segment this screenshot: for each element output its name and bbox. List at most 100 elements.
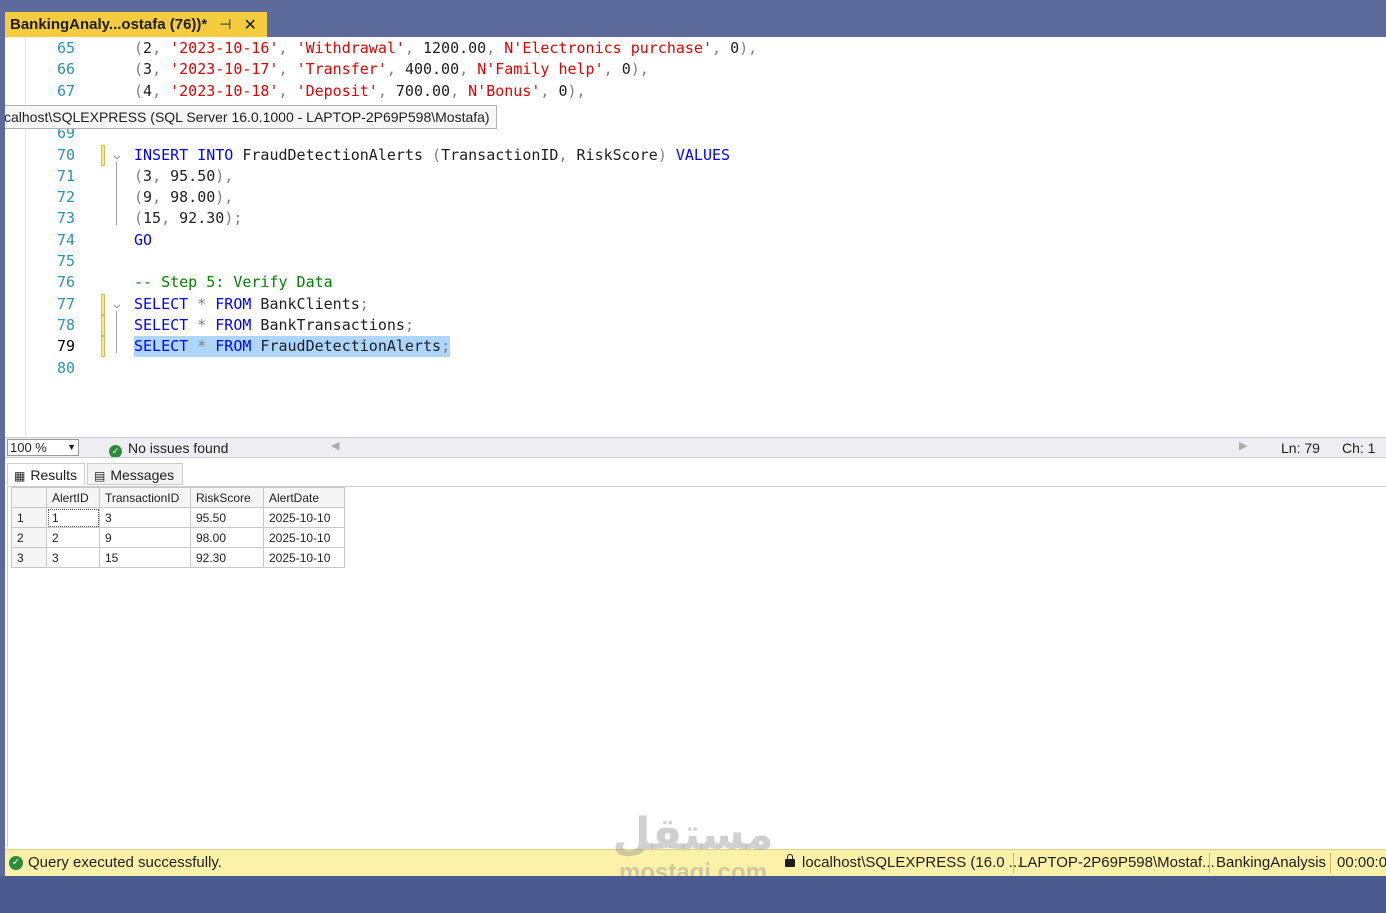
code-text[interactable]: (15, 92.30);	[134, 208, 242, 229]
pin-icon[interactable]: ⊣	[219, 16, 231, 33]
code-token: *	[188, 315, 216, 334]
collapse-icon[interactable]: ⌵	[110, 294, 124, 315]
code-line[interactable]: 72 (9, 98.00),	[5, 187, 1386, 208]
table-cell[interactable]: 9	[99, 527, 191, 548]
code-text[interactable]: INSERT INTO FraudDetectionAlerts (Transa…	[134, 145, 730, 166]
code-line[interactable]: 66 (3, '2023-10-17', 'Transfer', 400.00, …	[5, 59, 1386, 80]
code-text[interactable]: SELECT * FROM FraudDetectionAlerts;	[134, 336, 451, 358]
table-cell[interactable]: 2025-10-10	[263, 547, 345, 568]
code-line[interactable]: 78 SELECT * FROM BankTransactions;	[5, 314, 1386, 336]
code-text[interactable]: SELECT * FROM BankClients;	[134, 294, 369, 315]
code-token: 2	[143, 39, 153, 57]
code-token: 400.00	[404, 60, 460, 79]
code-token: N'Bonus'	[468, 81, 541, 100]
column-header[interactable]: AlertID	[46, 487, 100, 508]
column-header[interactable]: RiskScore	[190, 487, 264, 508]
code-token: ,	[278, 39, 297, 57]
table-cell[interactable]: 2025-10-10	[263, 527, 345, 548]
code-line[interactable]: 77 ⌵ SELECT * FROM BankClients;	[5, 293, 1386, 315]
code-token: ,	[540, 81, 559, 100]
code-token: N'Family help'	[477, 60, 604, 79]
code-text[interactable]: (9, 98.00),	[134, 187, 233, 208]
fold-guide	[116, 310, 117, 354]
tab-messages[interactable]: ▤ Messages	[87, 463, 183, 485]
table-cell[interactable]: 3	[99, 507, 191, 528]
code-text[interactable]: (2, '2023-10-16', 'Withdrawal', 1200.00,…	[134, 38, 757, 59]
status-separator	[1209, 853, 1210, 873]
table-cell[interactable]: 15	[99, 547, 191, 568]
code-text[interactable]: GO	[134, 230, 152, 251]
scroll-left-icon[interactable]: ◀	[331, 439, 339, 452]
column-header[interactable]: TransactionID	[99, 487, 191, 508]
code-token: 1200.00	[423, 39, 487, 57]
code-token: FROM	[215, 337, 252, 356]
table-row[interactable]: 3 3 15 92.30 2025-10-10	[11, 547, 345, 568]
code-token: ),	[630, 60, 649, 79]
code-token: '2023-10-18'	[170, 81, 279, 100]
code-token: (	[432, 145, 442, 164]
scroll-right-icon[interactable]: ▶	[1239, 439, 1247, 452]
code-token: BankClients	[251, 294, 360, 313]
close-icon[interactable]: ✕	[243, 15, 256, 35]
editor-status-bar: 100 % ▼ ✓ No issues found ◀ ▶ Ln: 79 Ch: …	[5, 437, 1386, 458]
code-line[interactable]: 70 ⌵ INSERT INTO FraudDetectionAlerts (Tra…	[5, 144, 1386, 166]
line-number: 72	[56, 188, 75, 207]
code-line[interactable]: 80	[5, 358, 1386, 379]
cursor-line: Ln: 79	[1281, 440, 1320, 456]
code-text[interactable]: (3, 95.50),	[134, 166, 233, 187]
code-token: 0	[730, 39, 740, 57]
code-line[interactable]: 65 (2, '2023-10-16', 'Withdrawal', 1200.0…	[5, 38, 1386, 59]
code-line[interactable]: 67 (4, '2023-10-18', 'Deposit', 700.00, N…	[5, 81, 1386, 102]
table-cell[interactable]: 95.50	[190, 507, 264, 528]
grid-corner[interactable]	[11, 487, 47, 508]
table-cell[interactable]: 1	[46, 507, 100, 528]
code-line[interactable]: 79 SELECT * FROM FraudDetectionAlerts;	[5, 336, 1386, 358]
messages-icon: ▤	[94, 469, 106, 483]
column-header[interactable]: AlertDate	[263, 487, 345, 508]
table-cell[interactable]: 2	[46, 527, 100, 548]
issues-indicator[interactable]: ✓ No issues found	[109, 439, 228, 458]
line-number: 76	[56, 273, 75, 292]
code-line[interactable]: 73 (15, 92.30);	[5, 208, 1386, 229]
document-tab-title[interactable]: BankingAnaly...ostafa (76))*	[10, 16, 207, 33]
code-token: BankTransactions	[251, 315, 405, 334]
status-message: Query executed successfully.	[28, 854, 222, 871]
table-cell[interactable]: 92.30	[190, 547, 264, 568]
code-text[interactable]: SELECT * FROM BankTransactions;	[134, 315, 414, 336]
zoom-dropdown[interactable]: 100 % ▼	[7, 439, 79, 456]
row-number[interactable]: 1	[11, 507, 47, 528]
row-number[interactable]: 3	[11, 547, 47, 568]
code-token: GO	[134, 230, 153, 249]
code-token: ,	[486, 39, 505, 57]
server-status: localhost\SQLEXPRESS (16.0 ...	[785, 854, 1021, 871]
table-row[interactable]: 2 2 9 98.00 2025-10-10	[11, 527, 345, 548]
code-text[interactable]: (3, '2023-10-17', 'Transfer', 400.00, N'…	[134, 59, 649, 80]
collapse-icon[interactable]: ⌵	[110, 145, 124, 166]
chevron-down-icon[interactable]: ▼	[67, 440, 76, 455]
tab-results[interactable]: ▦ Results	[7, 463, 85, 485]
code-text[interactable]: (4, '2023-10-18', 'Deposit', 700.00, N'B…	[134, 81, 586, 102]
code-token: 9	[143, 188, 153, 207]
table-row[interactable]: 1 1 3 95.50 2025-10-10	[11, 507, 345, 528]
cursor-column: Ch: 1	[1342, 440, 1376, 456]
results-grid[interactable]: AlertID TransactionID RiskScore AlertDat…	[11, 487, 345, 568]
table-cell[interactable]: 98.00	[190, 527, 264, 548]
code-line[interactable]: 71 (3, 95.50),	[5, 166, 1386, 187]
table-cell[interactable]: 3	[46, 547, 100, 568]
code-line[interactable]: 76 -- Step 5: Verify Data	[5, 272, 1386, 293]
code-token: INSERT INTO	[134, 145, 234, 164]
code-line[interactable]: 75	[5, 251, 1386, 272]
code-text[interactable]: -- Step 5: Verify Data	[134, 272, 333, 293]
code-token: ,	[377, 81, 396, 100]
results-pane: ▦ Results ▤ Messages AlertID TransactionID…	[5, 457, 1386, 850]
line-number: 78	[56, 315, 75, 334]
table-cell[interactable]: 2025-10-10	[263, 507, 345, 528]
user-name: LAPTOP-2P69P598\Mostaf...	[1019, 854, 1215, 871]
code-token: FraudDetectionAlerts	[233, 145, 433, 164]
row-number[interactable]: 2	[11, 527, 47, 548]
document-tab[interactable]: BankingAnaly...ostafa (76))* ⊣ ✕	[5, 12, 267, 37]
grid-header-row: AlertID TransactionID RiskScore AlertDat…	[11, 487, 345, 508]
query-editor[interactable]: 65 (2, '2023-10-16', 'Withdrawal', 1200.0…	[5, 37, 1386, 437]
code-token: ,	[450, 81, 469, 100]
code-line[interactable]: 74 GO	[5, 230, 1386, 251]
